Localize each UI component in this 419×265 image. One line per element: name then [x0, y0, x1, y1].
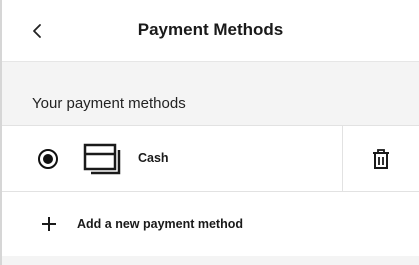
spacer-band	[2, 62, 419, 88]
section-label: Your payment methods	[32, 95, 186, 112]
plus-icon	[42, 217, 56, 231]
section-header: Your payment methods	[2, 88, 419, 126]
page-title: Payment Methods	[137, 20, 284, 39]
add-payment-method-button[interactable]: Add a new payment method	[2, 192, 419, 256]
payment-method-label: Cash	[138, 151, 169, 165]
cash-card-icon	[83, 143, 121, 175]
bottom-band	[2, 256, 419, 265]
vertical-divider	[342, 126, 343, 192]
add-payment-method-label: Add a new payment method	[77, 217, 243, 231]
radio-dot	[43, 154, 53, 164]
payment-methods-screen: Payment Methods Your payment methods Cas…	[0, 0, 419, 265]
payment-method-row[interactable]: Cash	[2, 126, 419, 192]
trash-icon	[373, 149, 389, 169]
delete-button[interactable]	[368, 146, 394, 172]
radio-selected[interactable]	[38, 149, 58, 169]
header-bar: Payment Methods	[2, 0, 419, 62]
